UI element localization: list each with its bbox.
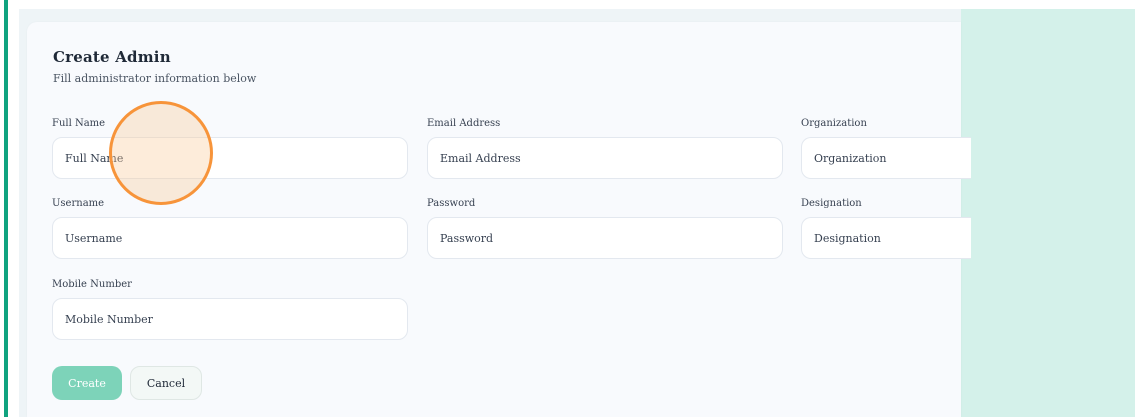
- username-input[interactable]: [52, 217, 408, 259]
- cancel-button[interactable]: Cancel: [130, 366, 202, 400]
- password-label: Password: [427, 198, 476, 209]
- page: Create Admin Fill administrator informat…: [0, 0, 1135, 417]
- email-label: Email Address: [427, 118, 501, 129]
- organization-label: Organization: [801, 118, 867, 129]
- create-admin-form: Create Admin Fill administrator informat…: [27, 22, 971, 417]
- password-input[interactable]: [427, 217, 783, 259]
- mobile-number-input[interactable]: [52, 298, 408, 340]
- mobile-number-label: Mobile Number: [52, 279, 132, 290]
- full-name-input[interactable]: [52, 137, 408, 179]
- create-button[interactable]: Create: [52, 366, 122, 400]
- designation-label: Designation: [801, 198, 862, 209]
- organization-input[interactable]: [801, 137, 971, 179]
- email-input[interactable]: [427, 137, 783, 179]
- left-accent-bar: [4, 0, 8, 417]
- designation-input[interactable]: [801, 217, 971, 259]
- full-name-label: Full Name: [52, 118, 106, 129]
- side-panel: [961, 9, 1135, 417]
- form-subtitle: Fill administrator information below: [53, 72, 257, 85]
- username-label: Username: [52, 198, 105, 209]
- form-title: Create Admin: [53, 48, 171, 66]
